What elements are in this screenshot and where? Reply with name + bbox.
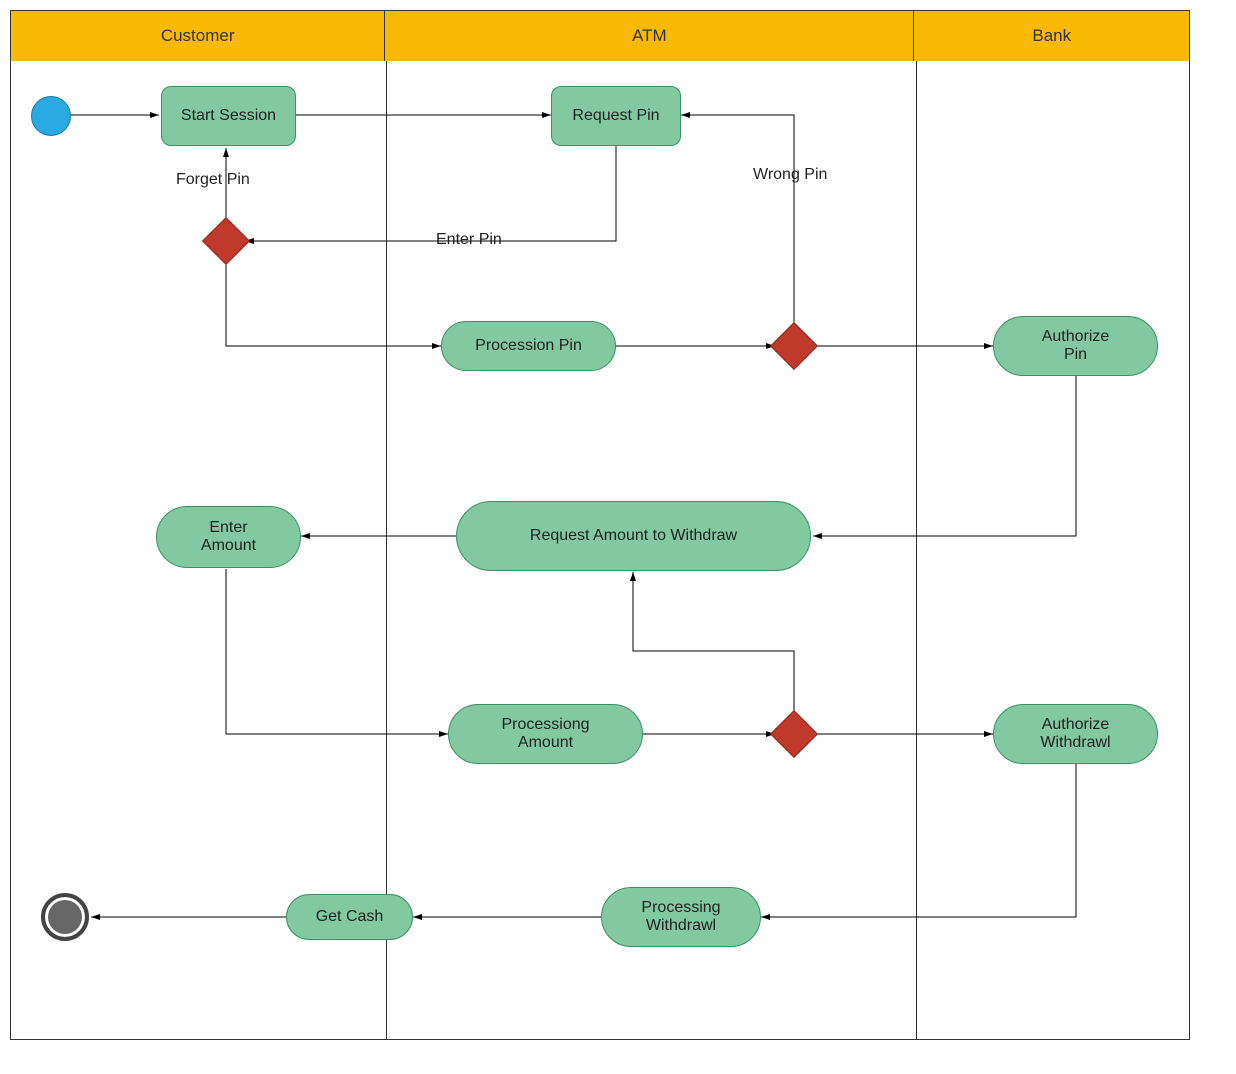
decision-pin-valid	[770, 322, 818, 370]
end-node-icon	[41, 893, 89, 941]
start-node-icon	[31, 96, 71, 136]
edge-label-forget-pin: Forget Pin	[176, 171, 250, 189]
node-processing-amount: Processiong Amount	[448, 704, 643, 764]
edge-label-enter-pin: Enter Pin	[436, 231, 502, 249]
node-procession-pin: Procession Pin	[441, 321, 616, 371]
node-start-session: Start Session	[161, 86, 296, 146]
node-request-amount: Request Amount to Withdraw	[456, 501, 811, 571]
swimlane-header: Customer ATM Bank	[11, 11, 1189, 61]
decision-pin-entry	[202, 217, 250, 265]
node-enter-amount: Enter Amount	[156, 506, 301, 568]
lane-header-customer: Customer	[11, 11, 385, 61]
decision-amount-valid	[770, 710, 818, 758]
node-authorize-withdrawl: Authorize Withdrawl	[993, 704, 1158, 764]
lane-divider-1	[386, 61, 387, 1039]
node-authorize-pin: Authorize Pin	[993, 316, 1158, 376]
swimlane-diagram: Customer ATM Bank	[10, 10, 1190, 1040]
node-get-cash: Get Cash	[286, 894, 413, 940]
lane-divider-2	[916, 61, 917, 1039]
node-processing-withdrawl: Processing Withdrawl	[601, 887, 761, 947]
edge-label-wrong-pin: Wrong Pin	[753, 166, 827, 184]
lane-header-bank: Bank	[914, 11, 1189, 61]
lane-header-atm: ATM	[385, 11, 914, 61]
node-request-pin: Request Pin	[551, 86, 681, 146]
